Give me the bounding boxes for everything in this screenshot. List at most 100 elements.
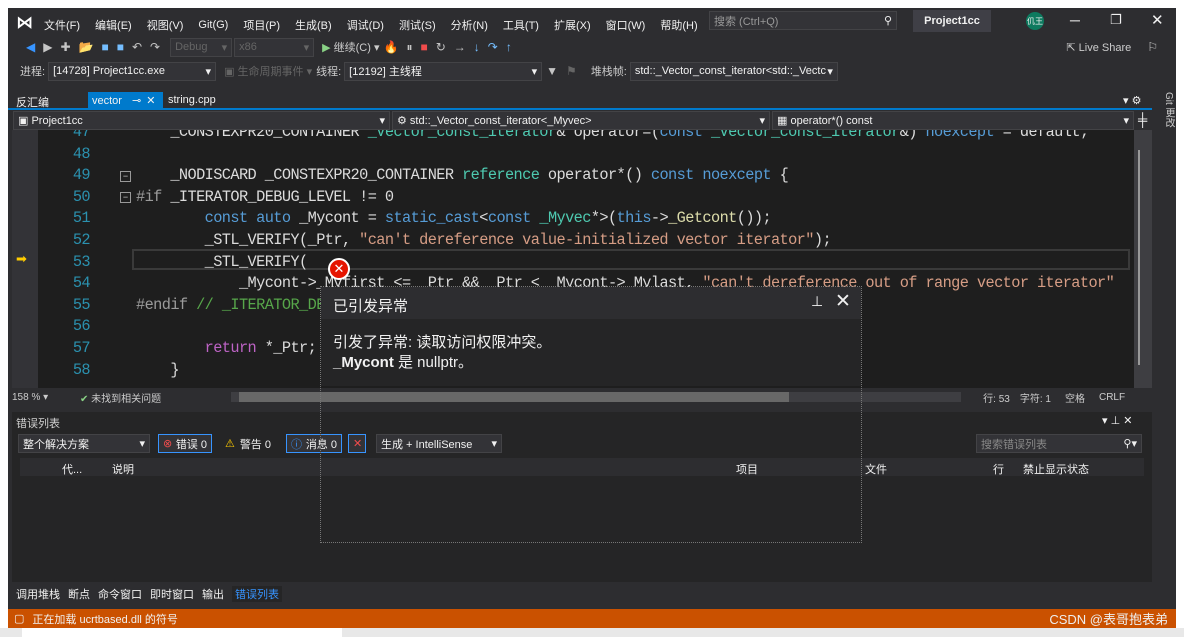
errors-filter[interactable]: ⊗ 错误 0 — [158, 434, 212, 453]
code-editor[interactable]: ➡ 47 _CONSTEXPR20_CONTAINER _Vector_cons… — [12, 130, 1152, 388]
close-button[interactable]: ✕ — [1151, 11, 1164, 29]
code-line[interactable]: } — [136, 360, 179, 382]
warnings-filter[interactable]: ⚠ 警告 0 — [220, 434, 276, 453]
scope-nav-select[interactable]: ⚙ std::_Vector_const_iterator<_Myvec> ▾ — [392, 111, 770, 130]
menu-item[interactable]: 分析(N) — [451, 17, 488, 33]
code-line[interactable]: _STL_VERIFY(_Ptr, "can't dereference val… — [136, 230, 832, 252]
lifecycle-events[interactable]: ▣ 生命周期事件 ▾ — [224, 63, 312, 79]
restore-button[interactable]: ❐ — [1110, 12, 1122, 28]
show-next-statement-icon[interactable]: → — [454, 40, 466, 54]
clear-filter-button[interactable]: ✕ — [348, 434, 366, 453]
tab-vector[interactable]: vector ⊸ ✕ — [88, 92, 163, 110]
flag-icon[interactable]: ⚑ — [566, 64, 577, 78]
menu-item[interactable]: 扩展(X) — [554, 17, 591, 33]
stop-icon[interactable]: ■ — [420, 40, 427, 54]
menu-item[interactable]: 编辑(E) — [95, 17, 132, 33]
open-icon[interactable]: 📂 — [79, 40, 94, 54]
code-line[interactable]: #if _ITERATOR_DEBUG_LEVEL != 0 — [136, 187, 394, 209]
bottom-tab[interactable]: 输出 — [202, 586, 224, 602]
vertical-scrollbar[interactable] — [1134, 130, 1152, 388]
column-project[interactable]: 项目 — [736, 461, 758, 477]
bottom-tab[interactable]: 调用堆栈 — [16, 586, 60, 602]
error-search-input[interactable]: 搜索错误列表 ⚲▾ — [976, 434, 1142, 453]
live-share-button[interactable]: ⇱ Live Share — [1066, 41, 1131, 54]
forward-icon[interactable]: ▶ — [43, 40, 52, 54]
save-all-icon[interactable]: ■ — [117, 40, 124, 54]
column-suppression[interactable]: 禁止显示状态 — [1023, 461, 1089, 477]
feedback-icon[interactable]: ⚐ — [1147, 40, 1158, 54]
git-changes-sidebar[interactable]: Git 更改 — [1154, 92, 1176, 152]
column-line[interactable]: 行 — [993, 461, 1004, 477]
step-over-icon[interactable]: ↷ — [488, 40, 498, 54]
column-code[interactable]: 代... — [62, 461, 82, 477]
vs-logo[interactable]: ⋈ — [16, 13, 33, 33]
bottom-tab[interactable]: 错误列表 — [232, 586, 282, 602]
code-line[interactable]: _CONSTEXPR20_CONTAINER _Vector_const_ite… — [136, 130, 1089, 144]
eol-indicator[interactable]: CRLF — [1099, 392, 1125, 403]
save-icon[interactable]: ■ — [101, 40, 108, 54]
pin-icon[interactable]: ⊸ — [132, 95, 141, 107]
spaces-indicator[interactable]: 空格 — [1065, 390, 1085, 405]
scope-select[interactable]: 整个解决方案 ▾ — [18, 434, 150, 453]
search-input[interactable]: 搜索 (Ctrl+Q) ⚲ — [709, 11, 897, 30]
stack-frame-select[interactable]: std::_Vector_const_iterator<std::_Vectc ▾ — [629, 61, 838, 81]
code-line[interactable]: _Mycont->_Myfirst <= _Ptr && _Ptr < _Myc… — [136, 273, 1115, 295]
close-popup-icon[interactable]: ✕ — [835, 290, 851, 313]
thread-select[interactable]: [12192] 主线程 ▾ — [344, 61, 543, 81]
column-description[interactable]: 说明 — [112, 461, 134, 477]
filter-icon[interactable]: ▼ — [546, 64, 558, 78]
bottom-tab[interactable]: 命令窗口 — [98, 586, 142, 602]
split-icon[interactable]: ╪ — [1138, 112, 1147, 127]
menu-item[interactable]: Git(G) — [198, 19, 228, 31]
avatar[interactable]: 仉王 — [1026, 12, 1044, 30]
column-file[interactable]: 文件 — [865, 461, 887, 477]
member-nav-select[interactable]: ▦ operator*() const ▾ — [772, 111, 1134, 130]
pin-icon[interactable]: ⊥ — [811, 293, 823, 310]
back-icon[interactable]: ◀ — [26, 40, 35, 54]
code-line[interactable]: _STL_VERIFY( — [136, 252, 309, 274]
exception-error-icon[interactable]: ✕ — [328, 258, 350, 280]
code-line[interactable]: return *_Ptr; — [136, 338, 317, 360]
process-select[interactable]: [14728] Project1cc.exe ▾ — [48, 61, 217, 81]
menu-item[interactable]: 工具(T) — [503, 17, 539, 33]
menu-item[interactable]: 帮助(H) — [660, 17, 697, 33]
menu-item[interactable]: 项目(P) — [243, 17, 280, 33]
messages-filter[interactable]: ⓘ 消息 0 — [286, 434, 342, 453]
code-line[interactable]: _NODISCARD _CONSTEXPR20_CONTAINER refere… — [136, 165, 788, 187]
menu-item[interactable]: 生成(B) — [295, 17, 332, 33]
step-into-icon[interactable]: ↓ — [474, 40, 480, 54]
collapse-icon[interactable]: − — [120, 192, 131, 203]
tab-overflow-icon[interactable]: ▾ ⚙ — [1123, 94, 1141, 107]
tab-disassembly[interactable]: 反汇编 — [16, 94, 49, 110]
minimize-button[interactable]: ─ — [1070, 12, 1080, 28]
project-nav-select[interactable]: ▣ Project1cc ▾ — [13, 111, 390, 130]
bottom-tab[interactable]: 即时窗口 — [150, 586, 194, 602]
config-select[interactable]: Debug ▾ — [170, 37, 233, 57]
pause-icon[interactable]: ⏸ — [406, 40, 412, 55]
step-out-icon[interactable]: ↑ — [506, 40, 512, 54]
code-line[interactable]: const auto _Mycont = static_cast<const _… — [136, 208, 772, 230]
tab-string-cpp[interactable]: string.cpp — [168, 94, 216, 106]
code-line[interactable]: #endif // _ITERATOR_DEBUG_LEVEL != 0 — [136, 295, 445, 317]
menu-item[interactable]: 测试(S) — [399, 17, 436, 33]
zoom-select[interactable]: 158 % ▾ — [12, 392, 68, 403]
restart-icon[interactable]: ↻ — [436, 40, 446, 54]
menu-item[interactable]: 视图(V) — [147, 17, 184, 33]
close-tab-icon[interactable]: ✕ — [146, 95, 155, 107]
hot-reload-icon[interactable]: 🔥 — [384, 40, 399, 54]
collapse-icon[interactable]: − — [120, 171, 131, 182]
issues-indicator[interactable]: ✔ 未找到相关问题 — [80, 390, 161, 405]
bottom-tab[interactable]: 断点 — [68, 586, 90, 602]
horizontal-scrollbar[interactable] — [231, 392, 962, 402]
panel-controls[interactable]: ▾ ⊥ ✕ — [1102, 414, 1132, 427]
new-item-icon[interactable]: ✚ — [60, 40, 70, 54]
undo-icon[interactable]: ↶ — [132, 40, 142, 54]
platform-select[interactable]: x86 ▾ — [234, 37, 315, 57]
menu-item[interactable]: 调试(D) — [347, 17, 384, 33]
menu-item[interactable]: 窗口(W) — [606, 17, 646, 33]
redo-icon[interactable]: ↷ — [150, 40, 160, 54]
source-select[interactable]: 生成 + IntelliSense ▾ — [376, 434, 502, 453]
menu-item[interactable]: 文件(F) — [44, 17, 80, 33]
scrollbar-thumb[interactable] — [239, 392, 790, 402]
continue-button[interactable]: ▶ 继续(C) ▾ — [322, 39, 379, 55]
